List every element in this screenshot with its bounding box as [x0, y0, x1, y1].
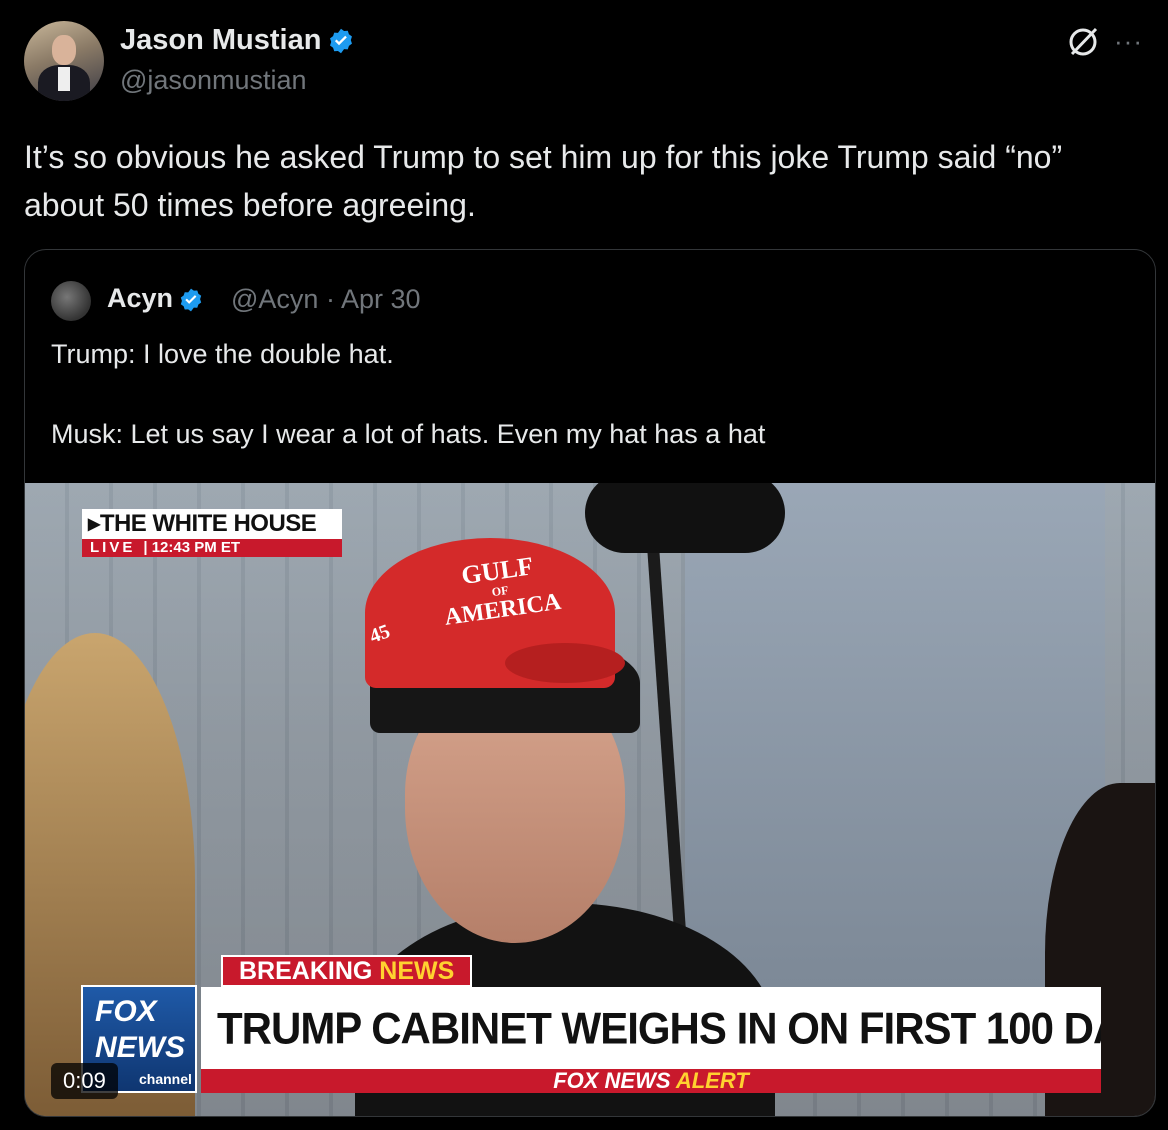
quote-date[interactable]: · Apr 30	[326, 284, 421, 314]
live-time: | 12:43 PM ET	[143, 539, 241, 556]
chyron-headline: TRUMP CABINET WEIGHS IN ON FIRST 100 DAY…	[201, 987, 1101, 1071]
fox-news-alert-bar: FOX NEWS ALERT	[201, 1069, 1101, 1093]
breaking-news-label: BREAKING NEWS	[221, 955, 473, 987]
live-bug-title: ▶THE WHITE HOUSE	[82, 509, 342, 539]
video-duration: 0:09	[51, 1063, 118, 1099]
live-label: LIVE	[90, 539, 136, 556]
quote-author-handle[interactable]: @Acyn	[231, 284, 318, 314]
author-avatar[interactable]	[24, 21, 104, 101]
author-name[interactable]: Jason Mustian	[120, 24, 355, 57]
news-word: NEWS	[379, 957, 455, 985]
grok-icon[interactable]	[1065, 24, 1101, 60]
quote-author-name-text[interactable]: Acyn	[107, 283, 173, 313]
logo-channel: channel	[139, 1071, 192, 1087]
tweet-text: It’s so obvious he asked Trump to set hi…	[24, 139, 1063, 223]
quote-text-line: Trump: I love the double hat.	[51, 339, 394, 369]
video-camera	[585, 483, 785, 553]
verified-badge-icon	[330, 29, 353, 54]
quote-author-name[interactable]: Acyn	[107, 283, 204, 314]
logo-fox: FOX	[95, 995, 157, 1028]
quote-verified-badge-icon	[180, 288, 202, 312]
author-name-text[interactable]: Jason Mustian	[120, 24, 321, 56]
video-person-right	[685, 483, 1105, 1003]
alert-brand: FOX NEWS	[553, 1068, 671, 1093]
quote-author-avatar[interactable]	[51, 281, 91, 321]
news-chyron: BREAKING NEWS FOX NEWS channel TRUMP CAB…	[81, 953, 1101, 1113]
live-bug: ▶THE WHITE HOUSE LIVE | 12:43 PM ET	[82, 509, 342, 557]
quote-meta: @Acyn · Apr 30	[231, 284, 421, 315]
author-handle[interactable]: @jasonmustian	[120, 65, 307, 96]
quote-text-line: Musk: Let us say I wear a lot of hats. E…	[51, 419, 766, 449]
alert-word: ALERT	[675, 1068, 749, 1093]
quoted-tweet[interactable]: Acyn @Acyn · Apr 30 Trump: I love the do…	[24, 249, 1156, 1117]
logo-news: NEWS	[95, 1031, 185, 1064]
breaking-word: BREAKING	[239, 957, 373, 985]
red-hat-brim	[505, 643, 625, 683]
play-triangle-icon: ▶	[88, 516, 100, 533]
video-player[interactable]: GULF OF AMERICA 45 ▶THE WHITE HOUSE LIVE…	[25, 483, 1155, 1116]
quote-text: Trump: I love the double hat. Musk: Let …	[51, 334, 1131, 454]
more-options-icon[interactable]: ···	[1114, 26, 1143, 57]
live-bug-time: LIVE | 12:43 PM ET	[82, 539, 342, 557]
live-bug-title-text: THE WHITE HOUSE	[99, 510, 317, 537]
